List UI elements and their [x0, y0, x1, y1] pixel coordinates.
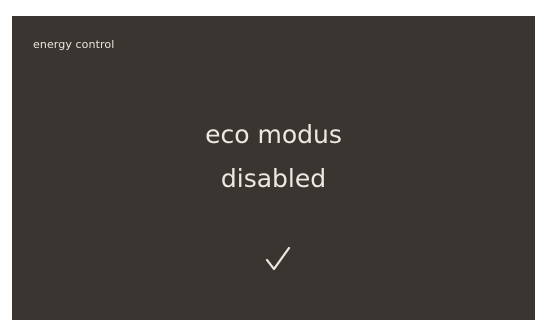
display-screen: energy control eco modus disabled — [12, 16, 535, 320]
screen-title: energy control — [33, 38, 115, 51]
checkmark-icon[interactable] — [263, 244, 293, 274]
status-message-line-1: eco modus — [205, 120, 342, 149]
device-bezel: energy control eco modus disabled — [0, 0, 547, 334]
status-message-line-2: disabled — [220, 164, 327, 193]
